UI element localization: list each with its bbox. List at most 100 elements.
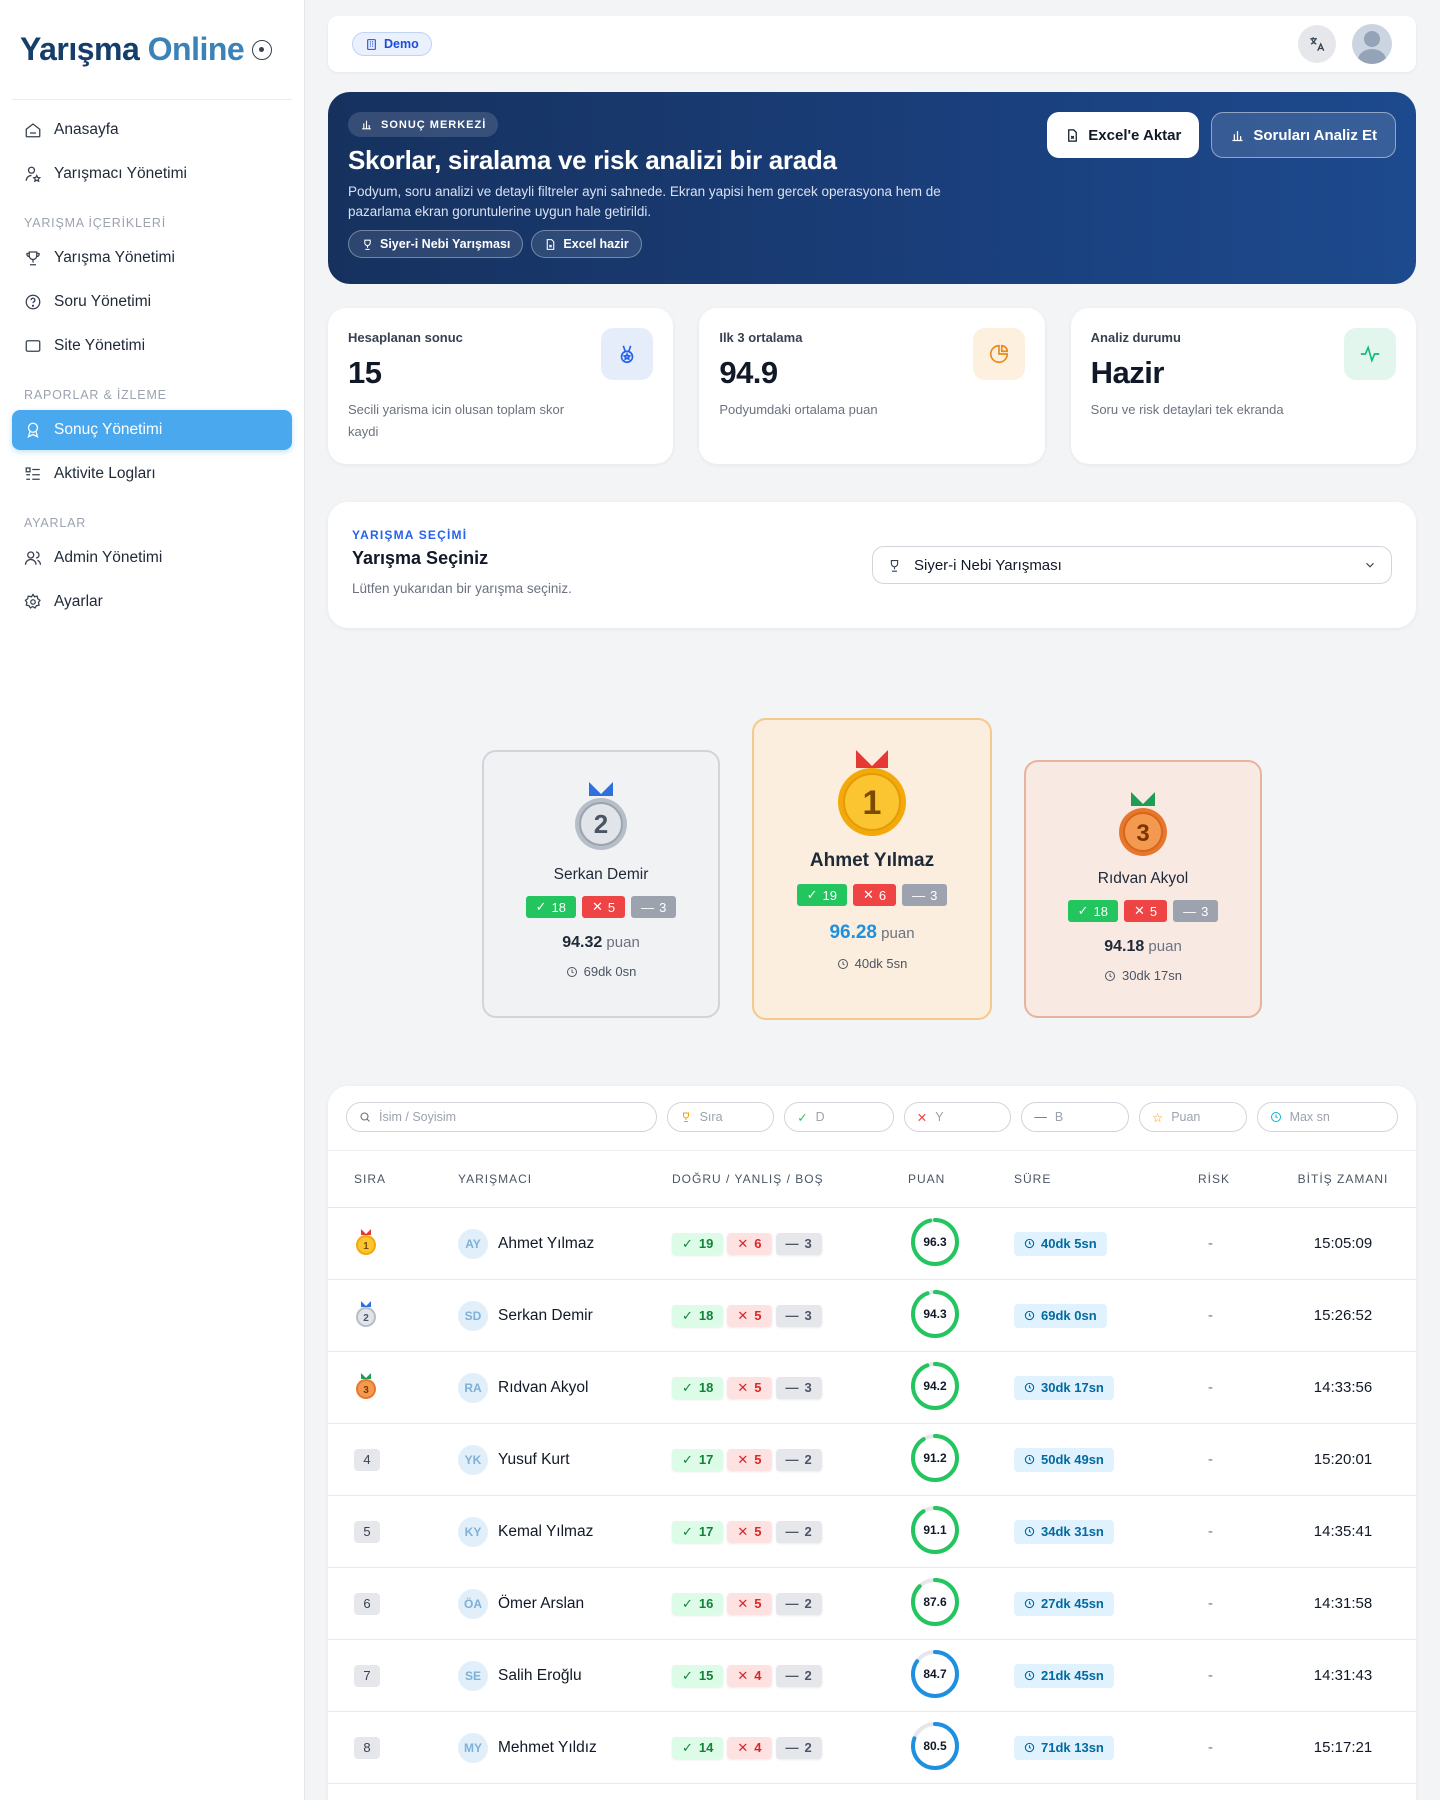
demo-badge[interactable]: Demo (352, 32, 432, 56)
sidebar-item-admin[interactable]: Admin Yönetimi (12, 538, 292, 578)
filter-wrong-input[interactable]: ✕ Y (903, 1102, 1012, 1132)
export-excel-button[interactable]: Excel'e Aktar (1047, 112, 1200, 158)
column-header-risk[interactable]: RİSK (1198, 1172, 1278, 1186)
filter-maxsec-input[interactable]: Max sn (1256, 1102, 1398, 1132)
competition-select[interactable]: Siyer-i Nebi Yarışması (872, 546, 1392, 584)
duration-cell: 40dk 5sn (1014, 1231, 1198, 1256)
wrong-badge: ✕ 6 (727, 1232, 772, 1255)
column-header-duration[interactable]: SÜRE (1014, 1172, 1198, 1186)
score-cell: 91.1 (908, 1503, 1014, 1561)
hero-tag-excel[interactable]: Excel hazir (531, 230, 642, 258)
table-row[interactable]: 3 RA Rıdvan Akyol ✓ 18 ✕ 5— 3 94.2 30dk 17sn - 1… (328, 1352, 1416, 1424)
filter-correct-input[interactable]: ✓ D (784, 1102, 894, 1132)
contestant-name[interactable]: Kemal Yılmaz (498, 1523, 593, 1541)
score-ring: 91.2 (911, 1433, 959, 1482)
duration-value: 50dk 49sn (1041, 1452, 1104, 1467)
podium-first[interactable]: 1 Ahmet Yılmaz ✓ 19 ✕ 6 — 3 96.28 puan 4… (752, 718, 992, 1020)
empty-count: 3 (804, 1236, 812, 1251)
column-header-contestant[interactable]: YARIŞMACI (458, 1172, 672, 1186)
table-row[interactable]: 7 SE Salih Eroğlu ✓ 15 ✕ 4— 2 84.7 21dk 45sn - 1… (328, 1640, 1416, 1712)
language-button[interactable] (1298, 25, 1336, 63)
sidebar-item-yarismaci[interactable]: Yarışmacı Yönetimi (12, 154, 292, 194)
hero-description: Podyum, soru analizi ve detayli filtrele… (348, 184, 941, 219)
filter-rank-input[interactable]: Sıra (666, 1102, 775, 1132)
bronze-medal-icon: 3 (1119, 792, 1167, 856)
podium-second[interactable]: 2 Serkan Demir ✓ 18 ✕ 5 — 3 94.32 puan 6… (482, 750, 720, 1018)
table-header: SIRA YARIŞMACI DOĞRU / YANLIŞ / BOŞ PUAN… (328, 1150, 1416, 1208)
correct-count: 17 (698, 1524, 714, 1539)
contestant-name[interactable]: Mehmet Yıldız (498, 1739, 597, 1757)
column-header-finish[interactable]: BİTİŞ ZAMANI (1278, 1172, 1408, 1186)
empty-badge: — 3 (631, 896, 677, 918)
sidebar-item-sonuc[interactable]: Sonuç Yönetimi (12, 410, 292, 450)
score-ring: 84.7 (911, 1649, 959, 1698)
score-cell: 94.3 (908, 1287, 1014, 1345)
filter-score-input[interactable]: ☆ Puan (1138, 1102, 1247, 1132)
sidebar-toggle-icon[interactable] (252, 39, 272, 60)
competition-select-card: YARIŞMA SEÇİMİ Yarışma Seçiniz Lütfen yu… (328, 502, 1416, 628)
podium-score-unit: puan (606, 934, 640, 951)
sidebar-item-yarisma[interactable]: Yarışma Yönetimi (12, 238, 292, 278)
silver-medal-icon: 2 (575, 782, 627, 850)
rank-medal-icon: 1 (356, 1228, 376, 1255)
risk-cell: - (1208, 1523, 1213, 1540)
sidebar-item-anasayfa[interactable]: Anasayfa (12, 110, 292, 150)
filter-empty-input[interactable]: — B (1021, 1102, 1129, 1132)
wrong-count: 5 (754, 1380, 762, 1395)
rank-number: 3 (363, 1385, 369, 1396)
correct-badge: ✓ 16 (672, 1592, 724, 1615)
podium-third[interactable]: 3 Rıdvan Akyol ✓ 18 ✕ 5 — 3 94.18 puan 3… (1024, 760, 1262, 1018)
table-row[interactable]: 5 KY Kemal Yılmaz ✓ 17 ✕ 5— 2 91.1 34dk 31sn - 1… (328, 1496, 1416, 1568)
contestant-name[interactable]: Yusuf Kurt (498, 1451, 570, 1469)
clock-icon (1024, 1670, 1035, 1681)
window-icon (25, 340, 41, 352)
translate-icon (1310, 37, 1325, 52)
filter-name-input[interactable]: İsim / Soyisim (346, 1102, 657, 1132)
gear-icon (24, 593, 41, 609)
table-row[interactable]: 2 SD Serkan Demir ✓ 18 ✕ 5— 3 94.3 69dk 0sn - 15… (328, 1280, 1416, 1352)
podium: 2 Serkan Demir ✓ 18 ✕ 5 — 3 94.32 puan 6… (482, 718, 1262, 1020)
podium-score-unit: puan (1148, 938, 1182, 955)
rank-number: 4 (354, 1448, 380, 1471)
column-header-dyb[interactable]: DOĞRU / YANLIŞ / BOŞ (672, 1172, 908, 1186)
rank-cell: 4 (328, 1448, 458, 1471)
correct-count: 18 (551, 899, 566, 915)
column-header-rank[interactable]: SIRA (328, 1172, 458, 1186)
brand-part1: Yarışma (20, 31, 140, 67)
finish-time-cell: 15:05:09 (1313, 1235, 1373, 1252)
wrong-badge: ✕ 5 (727, 1448, 772, 1471)
analyze-questions-button[interactable]: Soruları Analiz Et (1211, 112, 1396, 158)
podium-time-value: 69dk 0sn (583, 964, 637, 979)
building-icon (367, 38, 376, 50)
table-row[interactable]: 8 MY Mehmet Yıldız ✓ 14 ✕ 4— 2 80.5 71dk 13sn -… (328, 1712, 1416, 1784)
wrong-count: 5 (754, 1308, 762, 1323)
duration-value: 27dk 45sn (1041, 1596, 1104, 1611)
sidebar-item-soru[interactable]: Soru Yönetimi (12, 282, 292, 322)
hero-tag-competition[interactable]: Siyer-i Nebi Yarışması (348, 230, 524, 258)
column-header-score[interactable]: PUAN (908, 1172, 1014, 1186)
sidebar-item-site[interactable]: Site Yönetimi (12, 326, 292, 366)
table-row[interactable]: 1 AY Ahmet Yılmaz ✓ 19 ✕ 6— 3 96.3 40dk 5sn - 15… (328, 1208, 1416, 1280)
contestant-name[interactable]: Ömer Arslan (498, 1595, 584, 1613)
sidebar-item-ayarlar[interactable]: Ayarlar (12, 582, 292, 622)
contestant-name[interactable]: Serkan Demir (498, 1307, 593, 1325)
brand-part2: Online (147, 31, 245, 67)
contestant-name[interactable]: Rıdvan Akyol (498, 1379, 588, 1397)
rank-number: 6 (354, 1592, 380, 1615)
empty-count: 2 (804, 1596, 812, 1611)
empty-badge: — 2 (775, 1736, 822, 1759)
wrong-count: 5 (754, 1524, 762, 1539)
contestant-cell: SE Salih Eroğlu (458, 1660, 672, 1691)
brand-logo[interactable]: Yarışma Online (20, 31, 245, 68)
sidebar-item-label: Sonuç Yönetimi (54, 421, 163, 438)
empty-count: 3 (804, 1308, 812, 1323)
table-row[interactable]: 4 YK Yusuf Kurt ✓ 17 ✕ 5— 2 91.2 50dk 49sn - 15:… (328, 1424, 1416, 1496)
correct-count: 15 (698, 1668, 714, 1683)
table-row[interactable]: 6 ÖA Ömer Arslan ✓ 16 ✕ 5— 2 87.6 27dk 45sn - 14… (328, 1568, 1416, 1640)
contestant-name[interactable]: Ahmet Yılmaz (498, 1235, 594, 1253)
contestant-name[interactable]: Salih Eroğlu (498, 1667, 582, 1685)
score-value: 94.3 (923, 1307, 947, 1321)
sidebar-item-aktivite[interactable]: Aktivite Logları (12, 454, 292, 494)
risk-cell: - (1208, 1667, 1213, 1684)
user-avatar[interactable] (1352, 24, 1392, 64)
